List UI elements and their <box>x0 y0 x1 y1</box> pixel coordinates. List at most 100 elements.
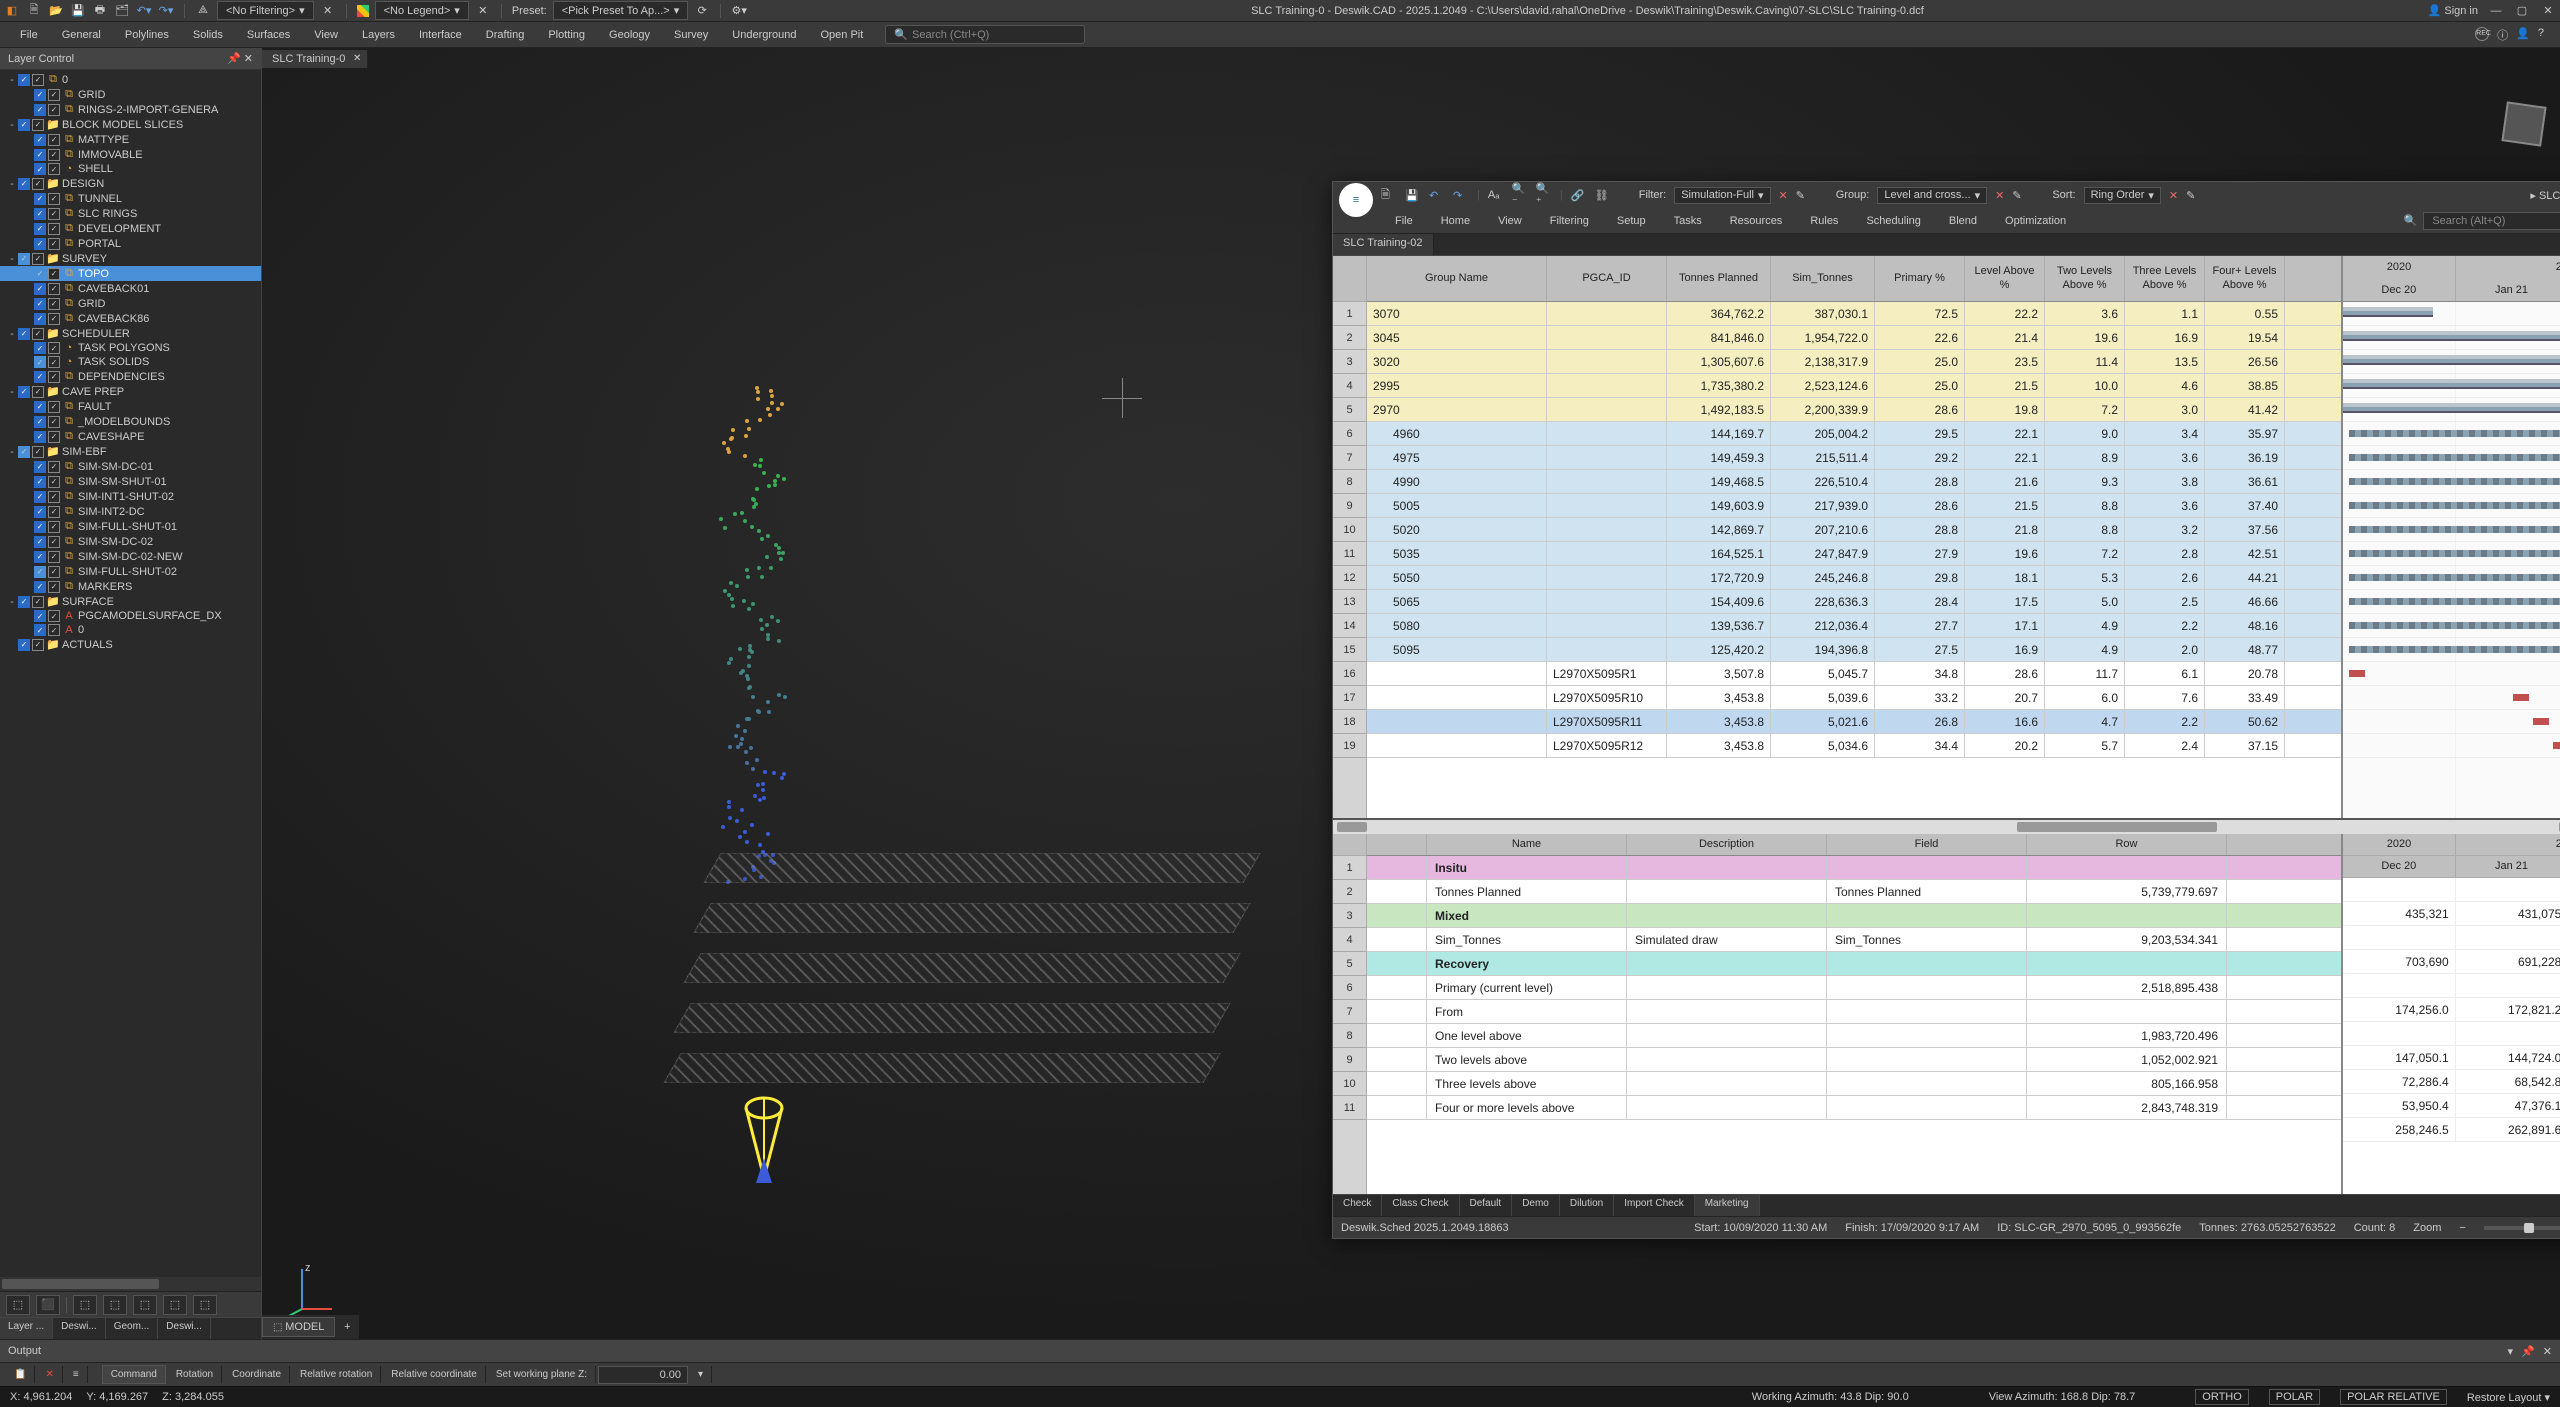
sched-menu-filtering[interactable]: Filtering <box>1536 211 1603 231</box>
sched-group-dd[interactable]: Level and cross...▾ <box>1877 187 1987 204</box>
tool-1[interactable]: ⬚ <box>6 1295 30 1315</box>
col-header[interactable]: Sim_Tonnes <box>1771 256 1875 301</box>
table-row[interactable]: 5005149,603.9217,939.028.621.58.83.637.4… <box>1367 494 2341 518</box>
layer-node[interactable]: ✓✓⧉IMMOVABLE <box>0 147 261 162</box>
menu-underground[interactable]: Underground <box>720 25 808 45</box>
layer-node[interactable]: ✓✓⧉GRID <box>0 87 261 102</box>
sched-sort-dd[interactable]: Ring Order▾ <box>2084 187 2161 204</box>
sched-menu-optimization[interactable]: Optimization <box>1991 211 2080 231</box>
cmd-copy-icon[interactable]: 📋 <box>6 1366 35 1383</box>
tool-2[interactable]: ⬛ <box>36 1295 60 1315</box>
table-row[interactable]: L2970X5095R123,453.85,034.634.420.25.72.… <box>1367 734 2341 758</box>
layer-node[interactable]: ✓✓⧉DEPENDENCIES <box>0 369 261 384</box>
cmd-relcoord[interactable]: Relative coordinate <box>383 1366 486 1383</box>
document-tab[interactable]: SLC Training-0✕ <box>262 50 368 68</box>
table-row[interactable]: 29701,492,183.52,200,339.928.619.87.23.0… <box>1367 398 2341 422</box>
grid-top-hscroll[interactable] <box>1333 820 2560 834</box>
table-row[interactable]: 5050172,720.9245,246.829.818.15.32.644.2… <box>1367 566 2341 590</box>
viewport-3d[interactable]: SLC Training-0✕ <box>262 48 2560 1339</box>
report-tab[interactable]: Demo <box>1512 1195 1560 1216</box>
signin-link[interactable]: 👤 Sign in <box>2428 4 2478 17</box>
clear-filter-icon[interactable]: ✕ <box>320 3 336 19</box>
cmd-coord[interactable]: Coordinate <box>224 1366 290 1383</box>
menu-plotting[interactable]: Plotting <box>536 25 597 45</box>
layer-node[interactable]: ✓✓⧉SIM-SM-SHUT-01 <box>0 474 261 489</box>
tool-6[interactable]: ⬚ <box>163 1295 187 1315</box>
col-header[interactable] <box>1367 834 1427 855</box>
sched-zoomout-icon[interactable]: 🔍⁻ <box>1512 182 1528 208</box>
layer-node[interactable]: -✓✓⧉0 <box>0 72 261 87</box>
col-header[interactable]: Group Name <box>1367 256 1547 301</box>
col-header[interactable]: Three Levels Above % <box>2125 256 2205 301</box>
table-row[interactable]: 4975149,459.3215,511.429.222.18.93.636.1… <box>1367 446 2341 470</box>
layer-node[interactable]: ✓✓⧉FAULT <box>0 399 261 414</box>
table-row[interactable]: 4960144,169.7205,004.229.522.19.03.435.9… <box>1367 422 2341 446</box>
layer-node[interactable]: ✓✓⧉GRID <box>0 296 261 311</box>
tool-7[interactable]: ⬚ <box>193 1295 217 1315</box>
layer-node[interactable]: ✓✓⧉SIM-SM-DC-02-NEW <box>0 549 261 564</box>
layer-node[interactable]: ✓✓⧉_MODELBOUNDS <box>0 414 261 429</box>
layer-node[interactable]: -✓✓📁SURVEY <box>0 251 261 266</box>
layer-tab[interactable]: Deswi... <box>53 1318 106 1339</box>
layer-node[interactable]: ✓✓◔SHELL <box>0 162 261 176</box>
sched-menu-setup[interactable]: Setup <box>1603 211 1660 231</box>
summary-row[interactable]: From <box>1367 1000 2341 1024</box>
table-row[interactable]: 5020142,869.7207,210.628.821.88.83.237.5… <box>1367 518 2341 542</box>
layer-h-scrollbar[interactable] <box>0 1277 261 1291</box>
layer-tab[interactable]: Deswi... <box>158 1318 211 1339</box>
layer-node[interactable]: ✓✓⧉RINGS-2-IMPORT-GENERA <box>0 102 261 117</box>
print-icon[interactable]: 🖶 <box>92 3 108 19</box>
open-icon[interactable]: 📂 <box>48 3 64 19</box>
col-header[interactable]: PGCA_ID <box>1547 256 1667 301</box>
col-header[interactable]: Tonnes Planned <box>1667 256 1771 301</box>
col-header[interactable]: Description <box>1627 834 1827 855</box>
col-header[interactable]: Row <box>2027 834 2227 855</box>
table-row[interactable]: L2970X5095R13,507.85,045.734.828.611.76.… <box>1367 662 2341 686</box>
menu-general[interactable]: General <box>50 25 113 45</box>
col-header[interactable]: Four+ Levels Above % <box>2205 256 2285 301</box>
tool-4[interactable]: ⬚ <box>103 1295 127 1315</box>
table-row[interactable]: 5065154,409.6228,636.328.417.55.02.546.6… <box>1367 590 2341 614</box>
preset-dropdown[interactable]: <Pick Preset To Ap...>▾ <box>553 1 689 20</box>
col-header[interactable]: Name <box>1427 834 1627 855</box>
minimize-icon[interactable]: — <box>2488 3 2504 19</box>
layer-tab[interactable]: Geom... <box>106 1318 159 1339</box>
summary-row[interactable]: Recovery <box>1367 952 2341 976</box>
layer-node[interactable]: ✓✓⧉SIM-SM-DC-02 <box>0 534 261 549</box>
save-icon[interactable]: 💾 <box>70 3 86 19</box>
layer-node[interactable]: ✓✓⧉SLC RINGS <box>0 206 261 221</box>
table-row[interactable]: 5095125,420.2194,396.827.516.94.92.048.7… <box>1367 638 2341 662</box>
summary-row[interactable]: Two levels above1,052,002.921 <box>1367 1048 2341 1072</box>
layer-node[interactable]: ✓✓◔TASK POLYGONS <box>0 341 261 355</box>
summary-row[interactable]: Sim_TonnesSimulated drawSim_Tonnes9,203,… <box>1367 928 2341 952</box>
layer-node[interactable]: ✓✓⧉DEVELOPMENT <box>0 221 261 236</box>
sched-menu-rules[interactable]: Rules <box>1796 211 1852 231</box>
sched-gantt[interactable]: 20202021 Dec 20Jan 21Feb 21 <box>2341 256 2560 818</box>
layer-node[interactable]: ✓✓⧉CAVESHAPE <box>0 429 261 444</box>
refresh-icon[interactable]: ⟳ <box>694 3 710 19</box>
layer-node[interactable]: ✓✓APGCAMODELSURFACE_DX <box>0 609 261 623</box>
layer-node[interactable]: ✓✓⧉CAVEBACK01 <box>0 281 261 296</box>
sched-font-icon[interactable]: Aₐ <box>1488 189 1504 201</box>
layer-node[interactable]: ✓✓⧉SIM-FULL-SHUT-01 <box>0 519 261 534</box>
sched-unlink-icon[interactable]: ⛓ <box>1595 189 1611 202</box>
col-header[interactable]: Level Above % <box>1965 256 2045 301</box>
layer-node[interactable]: ✓✓A0 <box>0 623 261 637</box>
sched-search[interactable]: Search (Alt+Q) <box>2423 212 2560 230</box>
maximize-icon[interactable]: ▢ <box>2514 3 2530 19</box>
sched-doc-tab[interactable]: SLC Training-02 <box>1333 234 1434 255</box>
layer-node[interactable]: ✓✓◔TASK SOLIDS <box>0 355 261 369</box>
menu-surfaces[interactable]: Surfaces <box>235 25 302 45</box>
rec-icon[interactable]: REC <box>2475 27 2489 41</box>
cmd-relrot[interactable]: Relative rotation <box>292 1366 381 1383</box>
layer-node[interactable]: ✓✓⧉SIM-SM-DC-01 <box>0 459 261 474</box>
menu-geology[interactable]: Geology <box>597 25 662 45</box>
view-cube[interactable] <box>2501 101 2546 146</box>
report-tab[interactable]: Marketing <box>1695 1195 1760 1216</box>
cmd-rotation[interactable]: Rotation <box>168 1366 222 1383</box>
col-header[interactable]: Primary % <box>1875 256 1965 301</box>
user-icon[interactable]: 👤 <box>2516 27 2530 43</box>
info-icon[interactable]: ⓘ <box>2497 27 2508 43</box>
sched-group-clear[interactable]: ✕ <box>1995 189 2004 202</box>
layer-node[interactable]: -✓✓📁BLOCK MODEL SLICES <box>0 117 261 132</box>
